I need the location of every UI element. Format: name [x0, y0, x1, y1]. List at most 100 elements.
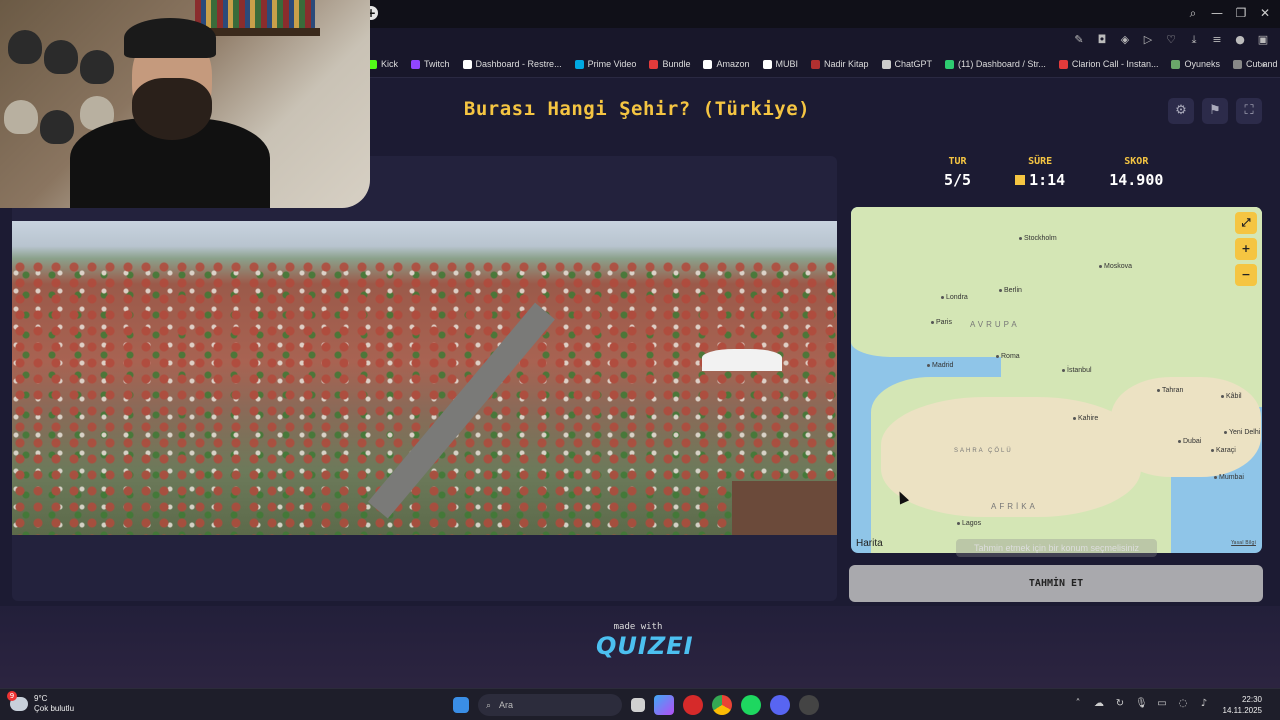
edit-icon[interactable]: ✎ — [1072, 33, 1086, 47]
discord-icon[interactable] — [770, 695, 790, 715]
guess-hint: Tahmin etmek için bir konum seçmelisiniz — [956, 539, 1157, 557]
volume-icon[interactable]: ♪ — [1198, 698, 1210, 710]
apartment-block — [732, 481, 837, 535]
bookmark-item[interactable]: Oyuneks — [1171, 59, 1220, 69]
shield-icon[interactable]: ◈ — [1118, 33, 1132, 47]
map-expand-button[interactable]: ⤢ — [1235, 212, 1257, 234]
bookmark-item[interactable]: (11) Dashboard / Str... — [945, 59, 1046, 69]
chrome-icon[interactable] — [712, 695, 732, 715]
bookmark-label: ChatGPT — [894, 59, 933, 69]
onedrive-icon[interactable]: ☁ — [1093, 698, 1105, 710]
time-value: 1:14 — [1029, 171, 1066, 189]
city-label: Kâbil — [1221, 393, 1242, 400]
search-tabs-icon[interactable]: ⌕ — [1184, 4, 1202, 22]
bookmark-icon — [411, 59, 421, 69]
task-view-icon[interactable] — [631, 698, 645, 712]
heart-icon[interactable]: ♡ — [1164, 33, 1178, 47]
bookmark-label: MUBI — [775, 59, 799, 69]
menu-icon[interactable]: ≡ — [1210, 33, 1224, 47]
copilot-icon[interactable] — [654, 695, 674, 715]
bookmark-item[interactable]: Kick — [368, 59, 398, 69]
cap — [8, 30, 42, 64]
bookshelf — [195, 0, 315, 28]
zoom-in-button[interactable]: + — [1235, 238, 1257, 260]
minimize-icon[interactable]: — — [1208, 4, 1226, 22]
report-button[interactable]: ⚑ — [1202, 98, 1228, 124]
fullscreen-button[interactable]: ⛶ — [1236, 98, 1262, 124]
bookmarks-more-icon[interactable]: » — [1259, 58, 1266, 71]
city-label: Yeni Delhi — [1224, 429, 1260, 436]
cap — [40, 110, 74, 144]
round-label: TUR — [948, 156, 967, 167]
camera-icon[interactable]: ◘ — [1095, 33, 1109, 47]
webcam-overlay — [0, 0, 370, 208]
guess-button[interactable]: TAHMİN ET — [849, 565, 1263, 602]
score-stat: SKOR 14.900 — [1109, 156, 1163, 189]
obs-icon[interactable] — [799, 695, 819, 715]
bookmark-label: Oyuneks — [1184, 59, 1220, 69]
bookmark-item[interactable]: Twitch — [411, 59, 450, 69]
bookmark-item[interactable]: Amazon — [703, 59, 750, 69]
bookmark-item[interactable]: Clarion Call - Instan... — [1058, 59, 1159, 69]
bookmark-icon — [703, 59, 713, 69]
opera-icon[interactable] — [683, 695, 703, 715]
streamer-beard — [132, 78, 212, 140]
legal-link[interactable]: Yasal Bilgi — [1231, 540, 1256, 546]
cap — [44, 40, 78, 74]
play-icon[interactable]: ▷ — [1141, 33, 1155, 47]
settings-button[interactable]: ⚙ — [1168, 98, 1194, 124]
sync-icon[interactable]: ↻ — [1114, 698, 1126, 710]
made-with-label: made with — [613, 622, 663, 632]
clock-date: 14.11.2025 — [1222, 706, 1262, 715]
timer-icon — [1015, 175, 1026, 185]
city-label: Dubai — [1178, 438, 1201, 445]
download-icon[interactable]: ⤓ — [1187, 33, 1201, 47]
weather-widget[interactable]: 9 9°C Çok bulutlu — [7, 691, 74, 714]
bookmark-label: Amazon — [716, 59, 750, 69]
bookmark-label: Clarion Call - Instan... — [1071, 59, 1159, 69]
bookmark-item[interactable]: Bundle — [649, 59, 690, 69]
city-label: Londra — [941, 294, 968, 301]
clock[interactable]: 22:30 14.11.2025 — [1223, 694, 1262, 716]
cap — [80, 50, 114, 84]
bookmark-item[interactable]: Nadir Kitap — [811, 59, 869, 69]
bookmark-label: Bundle — [662, 59, 691, 69]
chevron-up-icon[interactable]: ˄ — [1072, 698, 1084, 710]
city-label: İstanbul — [1062, 367, 1092, 374]
bookmark-label: Prime Video — [587, 59, 637, 69]
bookmark-item[interactable]: ChatGPT — [881, 59, 933, 69]
extension-icon[interactable]: ▣ — [1256, 33, 1270, 47]
region-label: AVRUPA — [970, 320, 1020, 329]
city-label: Berlin — [999, 287, 1022, 294]
bookmark-item[interactable]: MUBI — [762, 59, 799, 69]
made-with-badge[interactable]: made with QUIZEI — [596, 622, 693, 660]
city-label: Lagos — [957, 520, 981, 527]
network-icon[interactable]: ▭ — [1156, 698, 1168, 710]
bookmark-label: Nadir Kitap — [824, 59, 869, 69]
microphone-icon[interactable]: 🎙 — [1135, 698, 1148, 710]
bookmark-item[interactable]: Dashboard - Restre... — [462, 59, 562, 69]
city-label: Paris — [931, 319, 952, 326]
spotify-icon[interactable] — [741, 695, 761, 715]
bookmark-icon — [649, 59, 659, 69]
streamer-hat — [124, 18, 216, 58]
taskbar-search[interactable]: ⌕ Ara — [478, 694, 622, 716]
close-icon[interactable]: ✕ — [1256, 4, 1274, 22]
city-label: Kahire — [1073, 415, 1098, 422]
profile-icon[interactable]: ● — [1233, 33, 1247, 47]
city-label: Mumbai — [1214, 474, 1244, 481]
time-label: SÜRE — [1028, 156, 1053, 167]
bookmark-item[interactable]: Prime Video — [574, 59, 637, 69]
bookmark-icon — [762, 59, 772, 69]
rooftops — [12, 261, 837, 535]
windows-start-icon[interactable] — [453, 697, 469, 713]
city-label: Stockholm — [1019, 235, 1057, 242]
zoom-out-button[interactable]: − — [1235, 264, 1257, 286]
guess-map[interactable]: Stockholm Moskova Londra Berlin Paris Roma Mad… — [851, 207, 1262, 553]
bookmark-label: Kick — [381, 59, 399, 69]
bookmark-item[interactable]: Cut and Download... — [1233, 59, 1280, 69]
bookmark-icon — [945, 59, 955, 69]
wifi-icon[interactable]: ◌ — [1177, 698, 1189, 710]
gear-icon: ⚙ — [1175, 103, 1187, 118]
restore-icon[interactable]: ❐ — [1232, 4, 1250, 22]
